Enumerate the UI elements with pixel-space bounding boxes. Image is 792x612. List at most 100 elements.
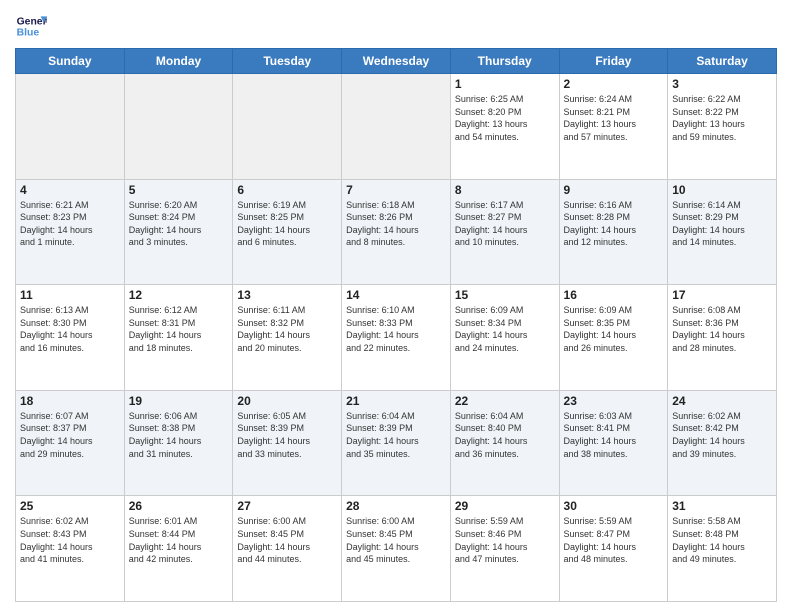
- cell-info: Sunrise: 5:59 AM Sunset: 8:47 PM Dayligh…: [564, 515, 664, 565]
- calendar-week-5: 25 Sunrise: 6:02 AM Sunset: 8:43 PM Dayli…: [16, 496, 777, 602]
- cell-info: Sunrise: 6:25 AM Sunset: 8:20 PM Dayligh…: [455, 93, 555, 143]
- day-number: 19: [129, 394, 229, 408]
- calendar-cell: 29 Sunrise: 5:59 AM Sunset: 8:46 PM Dayli…: [450, 496, 559, 602]
- cell-info: Sunrise: 6:21 AM Sunset: 8:23 PM Dayligh…: [20, 199, 120, 249]
- cell-info: Sunrise: 6:02 AM Sunset: 8:43 PM Dayligh…: [20, 515, 120, 565]
- day-header-sunday: Sunday: [16, 49, 125, 74]
- day-number: 14: [346, 288, 446, 302]
- day-number: 3: [672, 77, 772, 91]
- day-number: 29: [455, 499, 555, 513]
- calendar-cell: 20Sunrise: 6:05 AM Sunset: 8:39 PM Dayli…: [233, 390, 342, 496]
- calendar-cell: 21 Sunrise: 6:04 AM Sunset: 8:39 PM Dayli…: [342, 390, 451, 496]
- cell-info: Sunrise: 6:09 AM Sunset: 8:34 PM Dayligh…: [455, 304, 555, 354]
- day-number: 31: [672, 499, 772, 513]
- calendar-cell: 30 Sunrise: 5:59 AM Sunset: 8:47 PM Dayli…: [559, 496, 668, 602]
- cell-info: Sunrise: 6:07 AM Sunset: 8:37 PM Dayligh…: [20, 410, 120, 460]
- cell-info: Sunrise: 6:10 AM Sunset: 8:33 PM Dayligh…: [346, 304, 446, 354]
- calendar-cell: 12Sunrise: 6:12 AM Sunset: 8:31 PM Dayli…: [124, 285, 233, 391]
- cell-info: Sunrise: 6:24 AM Sunset: 8:21 PM Dayligh…: [564, 93, 664, 143]
- day-number: 30: [564, 499, 664, 513]
- cell-info: Sunrise: 6:04 AM Sunset: 8:39 PM Dayligh…: [346, 410, 446, 460]
- calendar-cell: [342, 74, 451, 180]
- day-header-tuesday: Tuesday: [233, 49, 342, 74]
- calendar-cell: 28 Sunrise: 6:00 AM Sunset: 8:45 PM Dayli…: [342, 496, 451, 602]
- calendar-cell: 31 Sunrise: 5:58 AM Sunset: 8:48 PM Dayli…: [668, 496, 777, 602]
- day-number: 5: [129, 183, 229, 197]
- calendar-cell: 5 Sunrise: 6:20 AM Sunset: 8:24 PM Daylig…: [124, 179, 233, 285]
- calendar-cell: 27 Sunrise: 6:00 AM Sunset: 8:45 PM Dayli…: [233, 496, 342, 602]
- calendar-cell: 23 Sunrise: 6:03 AM Sunset: 8:41 PM Dayli…: [559, 390, 668, 496]
- cell-info: Sunrise: 6:20 AM Sunset: 8:24 PM Dayligh…: [129, 199, 229, 249]
- day-number: 1: [455, 77, 555, 91]
- cell-info: Sunrise: 6:03 AM Sunset: 8:41 PM Dayligh…: [564, 410, 664, 460]
- day-number: 2: [564, 77, 664, 91]
- calendar-cell: 26 Sunrise: 6:01 AM Sunset: 8:44 PM Dayli…: [124, 496, 233, 602]
- cell-info: Sunrise: 6:01 AM Sunset: 8:44 PM Dayligh…: [129, 515, 229, 565]
- day-number: 7: [346, 183, 446, 197]
- calendar-cell: 15 Sunrise: 6:09 AM Sunset: 8:34 PM Dayli…: [450, 285, 559, 391]
- day-number: 11: [20, 288, 120, 302]
- cell-info: Sunrise: 6:13 AM Sunset: 8:30 PM Dayligh…: [20, 304, 120, 354]
- calendar-week-2: 4Sunrise: 6:21 AM Sunset: 8:23 PM Daylig…: [16, 179, 777, 285]
- day-header-wednesday: Wednesday: [342, 49, 451, 74]
- cell-info: Sunrise: 5:59 AM Sunset: 8:46 PM Dayligh…: [455, 515, 555, 565]
- calendar-header-row: SundayMondayTuesdayWednesdayThursdayFrid…: [16, 49, 777, 74]
- cell-info: Sunrise: 6:16 AM Sunset: 8:28 PM Dayligh…: [564, 199, 664, 249]
- cell-info: Sunrise: 6:02 AM Sunset: 8:42 PM Dayligh…: [672, 410, 772, 460]
- day-number: 10: [672, 183, 772, 197]
- cell-info: Sunrise: 6:06 AM Sunset: 8:38 PM Dayligh…: [129, 410, 229, 460]
- day-number: 25: [20, 499, 120, 513]
- cell-info: Sunrise: 6:11 AM Sunset: 8:32 PM Dayligh…: [237, 304, 337, 354]
- day-number: 15: [455, 288, 555, 302]
- cell-info: Sunrise: 6:04 AM Sunset: 8:40 PM Dayligh…: [455, 410, 555, 460]
- day-header-thursday: Thursday: [450, 49, 559, 74]
- calendar-cell: 22 Sunrise: 6:04 AM Sunset: 8:40 PM Dayli…: [450, 390, 559, 496]
- cell-info: Sunrise: 5:58 AM Sunset: 8:48 PM Dayligh…: [672, 515, 772, 565]
- calendar-cell: 1 Sunrise: 6:25 AM Sunset: 8:20 PM Daylig…: [450, 74, 559, 180]
- cell-info: Sunrise: 6:17 AM Sunset: 8:27 PM Dayligh…: [455, 199, 555, 249]
- day-number: 28: [346, 499, 446, 513]
- calendar-cell: 25 Sunrise: 6:02 AM Sunset: 8:43 PM Dayli…: [16, 496, 125, 602]
- cell-info: Sunrise: 6:08 AM Sunset: 8:36 PM Dayligh…: [672, 304, 772, 354]
- day-number: 24: [672, 394, 772, 408]
- calendar-cell: 8 Sunrise: 6:17 AM Sunset: 8:27 PM Daylig…: [450, 179, 559, 285]
- day-header-friday: Friday: [559, 49, 668, 74]
- cell-info: Sunrise: 6:22 AM Sunset: 8:22 PM Dayligh…: [672, 93, 772, 143]
- logo: General Blue: [15, 10, 47, 42]
- day-number: 6: [237, 183, 337, 197]
- day-number: 21: [346, 394, 446, 408]
- day-number: 8: [455, 183, 555, 197]
- day-number: 17: [672, 288, 772, 302]
- calendar-cell: 13Sunrise: 6:11 AM Sunset: 8:32 PM Dayli…: [233, 285, 342, 391]
- calendar-cell: 3 Sunrise: 6:22 AM Sunset: 8:22 PM Daylig…: [668, 74, 777, 180]
- day-number: 23: [564, 394, 664, 408]
- day-number: 27: [237, 499, 337, 513]
- cell-info: Sunrise: 6:18 AM Sunset: 8:26 PM Dayligh…: [346, 199, 446, 249]
- calendar-cell: 11 Sunrise: 6:13 AM Sunset: 8:30 PM Dayli…: [16, 285, 125, 391]
- day-number: 26: [129, 499, 229, 513]
- day-number: 16: [564, 288, 664, 302]
- header: General Blue: [15, 10, 777, 42]
- day-number: 9: [564, 183, 664, 197]
- logo-icon: General Blue: [15, 10, 47, 42]
- calendar-cell: 6Sunrise: 6:19 AM Sunset: 8:25 PM Daylig…: [233, 179, 342, 285]
- calendar-week-3: 11 Sunrise: 6:13 AM Sunset: 8:30 PM Dayli…: [16, 285, 777, 391]
- calendar-week-1: 1 Sunrise: 6:25 AM Sunset: 8:20 PM Daylig…: [16, 74, 777, 180]
- day-number: 22: [455, 394, 555, 408]
- svg-text:Blue: Blue: [17, 28, 40, 39]
- calendar-cell: 14 Sunrise: 6:10 AM Sunset: 8:33 PM Dayli…: [342, 285, 451, 391]
- day-number: 20: [237, 394, 337, 408]
- calendar-cell: 24 Sunrise: 6:02 AM Sunset: 8:42 PM Dayli…: [668, 390, 777, 496]
- cell-info: Sunrise: 6:12 AM Sunset: 8:31 PM Dayligh…: [129, 304, 229, 354]
- calendar-table: SundayMondayTuesdayWednesdayThursdayFrid…: [15, 48, 777, 602]
- day-number: 18: [20, 394, 120, 408]
- calendar-cell: 18 Sunrise: 6:07 AM Sunset: 8:37 PM Dayli…: [16, 390, 125, 496]
- day-header-monday: Monday: [124, 49, 233, 74]
- cell-info: Sunrise: 6:14 AM Sunset: 8:29 PM Dayligh…: [672, 199, 772, 249]
- cell-info: Sunrise: 6:00 AM Sunset: 8:45 PM Dayligh…: [346, 515, 446, 565]
- cell-info: Sunrise: 6:00 AM Sunset: 8:45 PM Dayligh…: [237, 515, 337, 565]
- calendar-cell: 16Sunrise: 6:09 AM Sunset: 8:35 PM Dayli…: [559, 285, 668, 391]
- calendar-page: General Blue SundayMondayTuesdayWednesda…: [0, 0, 792, 612]
- calendar-cell: 17 Sunrise: 6:08 AM Sunset: 8:36 PM Dayli…: [668, 285, 777, 391]
- calendar-week-4: 18 Sunrise: 6:07 AM Sunset: 8:37 PM Dayli…: [16, 390, 777, 496]
